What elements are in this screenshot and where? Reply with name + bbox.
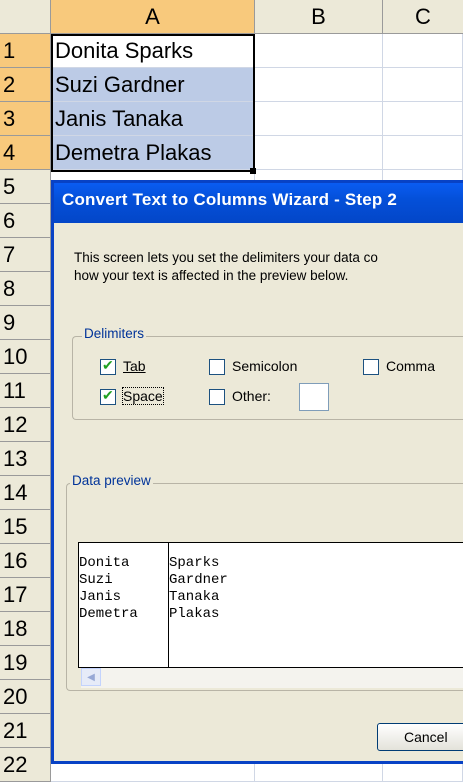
row-header-11[interactable]: 11 [0, 374, 51, 408]
sheet-row: Demetra Plakas [51, 136, 463, 170]
cell-C3[interactable] [383, 102, 463, 135]
row-header-3[interactable]: 3 [0, 102, 51, 136]
preview-cell: Janis [79, 589, 122, 605]
convert-text-to-columns-dialog: Convert Text to Columns Wizard - Step 2 … [51, 180, 463, 764]
other-delimiter-input[interactable] [299, 383, 329, 411]
cell-C1[interactable] [383, 34, 463, 67]
row-header-17[interactable]: 17 [0, 578, 51, 612]
semicolon-checkbox-label[interactable]: Semicolon [232, 358, 297, 374]
space-checkbox-label[interactable]: Space [122, 387, 164, 405]
row-header-16[interactable]: 16 [0, 544, 51, 578]
other-checkbox[interactable] [209, 389, 225, 405]
preview-cell: Gardner [169, 572, 228, 588]
delimiters-group [72, 336, 463, 420]
row-header-9[interactable]: 9 [0, 306, 51, 340]
row-header-12[interactable]: 12 [0, 408, 51, 442]
select-all-corner[interactable] [0, 0, 51, 34]
row-header-10[interactable]: 10 [0, 340, 51, 374]
cell-C4[interactable] [383, 136, 463, 169]
sheet-row: Janis Tanaka [51, 102, 463, 136]
preview-horizontal-scrollbar[interactable]: ◀ [81, 668, 463, 688]
dialog-description: This screen lets you set the delimiters … [74, 249, 378, 285]
row-header-20[interactable]: 20 [0, 680, 51, 714]
row-header-19[interactable]: 19 [0, 646, 51, 680]
cell-B3[interactable] [255, 102, 383, 135]
column-header-a[interactable]: A [51, 0, 255, 34]
preview-cell: Sparks [169, 555, 220, 571]
cell-A3[interactable]: Janis Tanaka [51, 102, 255, 135]
sheet-row: Suzi Gardner [51, 68, 463, 102]
cell-C2[interactable] [383, 68, 463, 101]
dialog-titlebar[interactable]: Convert Text to Columns Wizard - Step 2 [54, 183, 463, 223]
data-preview-pane: Donita Suzi Janis Demetra Sparks Gardner Tana… [78, 542, 463, 668]
scroll-left-button[interactable]: ◀ [81, 668, 101, 686]
column-header-c[interactable]: C [383, 0, 463, 34]
row-header-18[interactable]: 18 [0, 612, 51, 646]
row-header-4[interactable]: 4 [0, 136, 51, 170]
row-header-14[interactable]: 14 [0, 476, 51, 510]
row-header-21[interactable]: 21 [0, 714, 51, 748]
row-header-5[interactable]: 5 [0, 170, 51, 204]
description-line-1: This screen lets you set the delimiters … [74, 250, 378, 265]
row-header-13[interactable]: 13 [0, 442, 51, 476]
row-header-8[interactable]: 8 [0, 272, 51, 306]
cell-B4[interactable] [255, 136, 383, 169]
preview-cell: Suzi [79, 572, 113, 588]
description-line-2: how your text is affected in the preview… [74, 268, 349, 283]
row-header-15[interactable]: 15 [0, 510, 51, 544]
cell-A1[interactable]: Donita Sparks [51, 34, 255, 67]
cell-B2[interactable] [255, 68, 383, 101]
preview-column-1: Donita Suzi Janis Demetra [79, 555, 138, 623]
other-checkbox-label[interactable]: Other: [232, 388, 271, 404]
fill-handle[interactable] [250, 168, 256, 174]
tab-checkbox-label[interactable]: Tab [123, 358, 146, 374]
row-header-6[interactable]: 6 [0, 204, 51, 238]
dialog-title: Convert Text to Columns Wizard - Step 2 [62, 190, 398, 209]
preview-column-2: Sparks Gardner Tanaka Plakas [169, 555, 228, 623]
data-preview-label: Data preview [70, 473, 153, 488]
row-header-7[interactable]: 7 [0, 238, 51, 272]
delimiters-group-label: Delimiters [82, 326, 147, 341]
tab-checkbox[interactable] [100, 357, 116, 375]
cell-A4[interactable]: Demetra Plakas [51, 136, 255, 169]
row-header-22[interactable]: 22 [0, 748, 51, 782]
sheet-row: Donita Sparks [51, 34, 463, 68]
preview-cell: Demetra [79, 606, 138, 622]
cell-A2[interactable]: Suzi Gardner [51, 68, 255, 101]
column-header-b[interactable]: B [255, 0, 383, 34]
row-header-2[interactable]: 2 [0, 68, 51, 102]
comma-checkbox[interactable] [363, 359, 379, 375]
row-header-1[interactable]: 1 [0, 34, 51, 68]
preview-cell: Plakas [169, 606, 220, 622]
preview-cell: Tanaka [169, 589, 220, 605]
cancel-button[interactable]: Cancel [377, 723, 463, 751]
space-checkbox[interactable] [100, 387, 116, 405]
cell-B1[interactable] [255, 34, 383, 67]
comma-checkbox-label[interactable]: Comma [386, 358, 435, 374]
semicolon-checkbox[interactable] [209, 359, 225, 375]
preview-cell: Donita [79, 555, 130, 571]
